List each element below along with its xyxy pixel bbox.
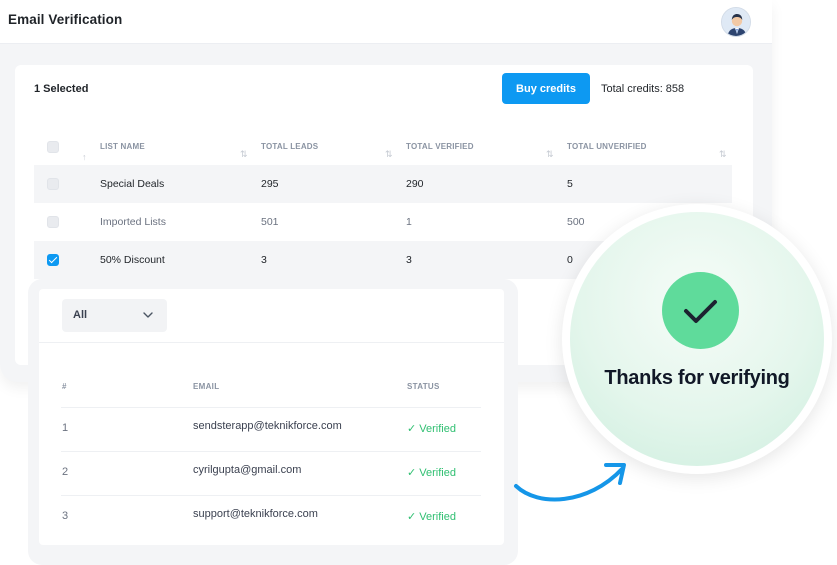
total-unverified: 500: [567, 216, 585, 228]
curved-arrow-icon: [514, 463, 626, 502]
status-filter-dropdown[interactable]: All: [62, 299, 167, 332]
confirmation-message: Thanks for verifying: [604, 367, 790, 389]
total-unverified: 5: [567, 178, 573, 190]
total-leads: 3: [261, 254, 267, 266]
row-number: 2: [62, 466, 69, 478]
list-name: 50% Discount: [100, 254, 165, 266]
table-row[interactable]: 3 support@teknikforce.com ✓ Verified: [61, 495, 481, 539]
sort-icon[interactable]: ⇅: [546, 149, 554, 160]
table-row[interactable]: Special Deals 295 290 5: [34, 165, 732, 203]
total-verified: 1: [406, 216, 412, 228]
column-header-total-leads[interactable]: TOTAL LEADS: [261, 142, 318, 151]
select-all-checkbox[interactable]: [47, 141, 59, 153]
column-header-total-unverified[interactable]: TOTAL UNVERIFIED: [567, 142, 647, 151]
total-leads: 501: [261, 216, 279, 228]
column-header-list-name[interactable]: LIST NAME: [100, 142, 145, 151]
confirmation-bubble: Thanks for verifying: [562, 204, 832, 474]
column-header-email: EMAIL: [193, 382, 220, 391]
app-header: Email Verification: [0, 0, 772, 44]
chevron-down-icon: [143, 312, 153, 318]
buy-credits-button[interactable]: Buy credits: [502, 73, 590, 104]
filter-selected-value: All: [73, 309, 88, 321]
table-row[interactable]: 1 sendsterapp@teknikforce.com ✓ Verified: [61, 407, 481, 451]
total-credits: Total credits: 858: [601, 83, 685, 95]
row-number: 1: [62, 422, 69, 434]
email-address: cyrilgupta@gmail.com: [193, 464, 302, 476]
emails-window: All # EMAIL STATUS 1 sendsterapp@teknikf…: [28, 279, 518, 565]
selection-count: 1 Selected: [34, 83, 89, 95]
row-number: 3: [62, 510, 69, 522]
checkmark-icon: [662, 272, 739, 349]
status-badge: ✓ Verified: [407, 511, 456, 523]
sort-icon[interactable]: ↑: [82, 152, 87, 162]
lists-table-header: LIST NAME ↑ ⇅ TOTAL LEADS ⇅ TOTAL VERIFI…: [34, 135, 734, 167]
total-verified: 290: [406, 178, 424, 190]
total-unverified: 0: [567, 254, 573, 266]
email-address: sendsterapp@teknikforce.com: [193, 420, 342, 432]
status-badge: ✓ Verified: [407, 423, 456, 435]
sort-icon[interactable]: ⇅: [240, 149, 248, 160]
status-badge: ✓ Verified: [407, 467, 456, 479]
total-leads: 295: [261, 178, 279, 190]
total-verified: 3: [406, 254, 412, 266]
column-header-number: #: [62, 382, 67, 391]
sort-icon[interactable]: ⇅: [719, 149, 727, 160]
emails-card: All # EMAIL STATUS 1 sendsterapp@teknikf…: [39, 289, 504, 545]
column-header-total-verified[interactable]: TOTAL VERIFIED: [406, 142, 474, 151]
page-title: Email Verification: [8, 12, 123, 27]
row-checkbox-checked[interactable]: [47, 254, 59, 266]
confirmation-bubble-inner: Thanks for verifying: [570, 212, 824, 466]
column-header-status: STATUS: [407, 382, 440, 391]
email-address: support@teknikforce.com: [193, 508, 318, 520]
sort-icon[interactable]: ⇅: [385, 149, 393, 160]
row-checkbox[interactable]: [47, 216, 59, 228]
row-checkbox[interactable]: [47, 178, 59, 190]
list-name: Special Deals: [100, 178, 165, 190]
list-name: Imported Lists: [100, 216, 166, 228]
user-avatar[interactable]: [721, 7, 751, 37]
table-row[interactable]: 2 cyrilgupta@gmail.com ✓ Verified: [61, 451, 481, 495]
divider: [39, 342, 504, 343]
